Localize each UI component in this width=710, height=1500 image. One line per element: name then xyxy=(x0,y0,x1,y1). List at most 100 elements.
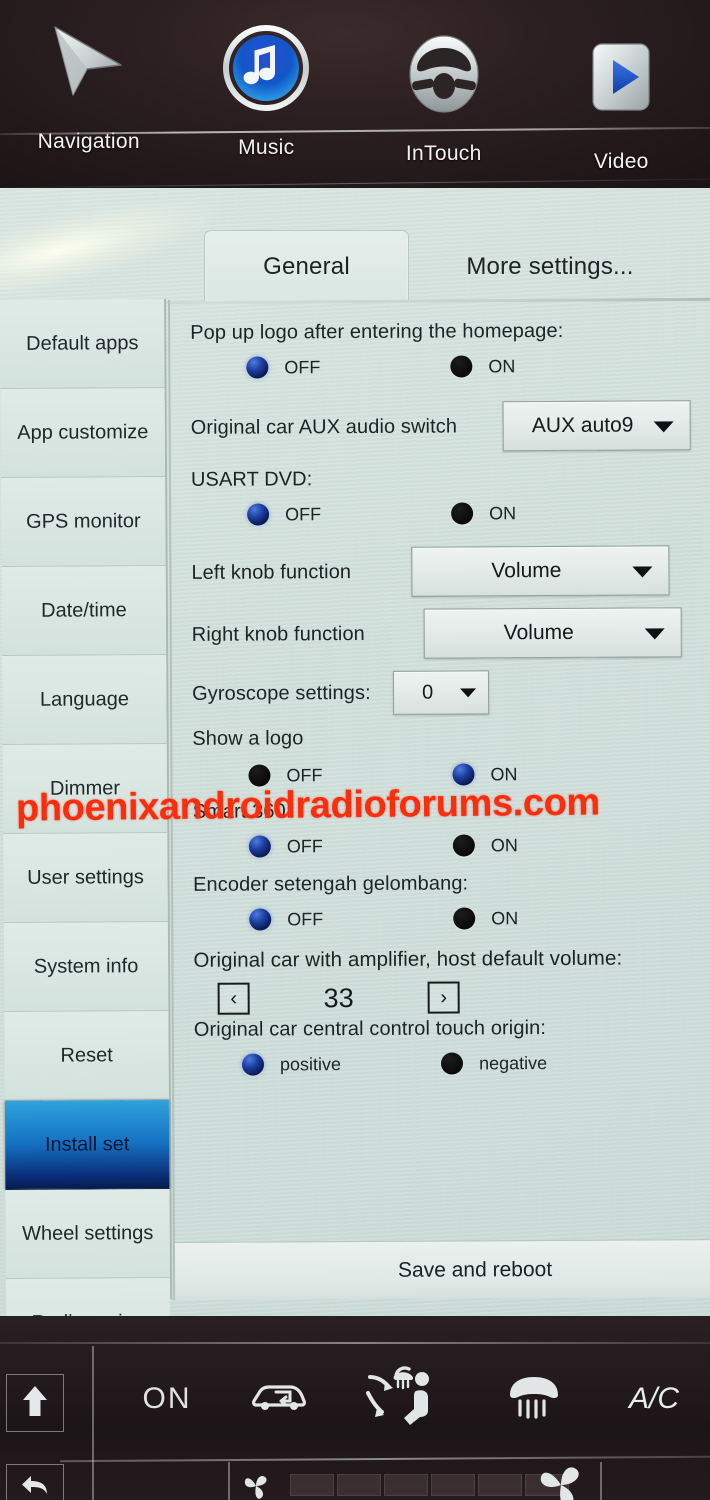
rear-defrost-icon xyxy=(504,1373,564,1426)
radio-label-off: OFF xyxy=(285,503,322,524)
radio-touch-origin-negative[interactable]: negative xyxy=(440,1052,548,1075)
app-label-intouch: InTouch xyxy=(405,142,482,165)
stepper-increment-button[interactable]: › xyxy=(427,981,460,1014)
label-aux-switch: Original car AUX audio switch xyxy=(190,414,458,439)
fan-decrease-button[interactable] xyxy=(232,1466,280,1500)
radio-encoder-off[interactable]: OFF xyxy=(249,908,324,931)
sidebar-item-reset[interactable]: Reset xyxy=(4,1010,169,1101)
radio-usart-dvd-on[interactable]: ON xyxy=(451,502,516,525)
label-touch-origin: Original car central control touch origi… xyxy=(193,1017,547,1041)
radio-label-off: OFF xyxy=(287,908,324,929)
radio-label-on: ON xyxy=(490,763,518,784)
app-button-video[interactable]: Video xyxy=(533,0,710,190)
chevron-down-icon xyxy=(653,421,674,433)
settings-sidebar[interactable]: Default apps App customize GPS monitor D… xyxy=(0,298,173,1368)
radio-encoder-on[interactable]: ON xyxy=(453,907,519,930)
fan-speed-segment[interactable] xyxy=(290,1474,334,1496)
radio-label-off: OFF xyxy=(284,356,321,377)
radio-show-logo-on[interactable]: ON xyxy=(452,763,518,786)
radio-group-encoder[interactable]: OFF ON xyxy=(193,906,699,931)
sidebar-item-user-settings[interactable]: User settings xyxy=(3,832,168,923)
sidebar-item-dimmer[interactable]: Dimmer xyxy=(2,743,168,834)
dropdown-gyroscope[interactable]: 0 xyxy=(392,670,489,715)
sidebar-item-wheel-settings[interactable]: Wheel settings xyxy=(5,1188,170,1279)
fan-speed-segment[interactable] xyxy=(337,1474,381,1496)
dropdown-right-knob[interactable]: Volume xyxy=(423,607,682,659)
fan-speed-segment[interactable] xyxy=(431,1474,475,1496)
sidebar-item-system-info[interactable]: System info xyxy=(3,921,169,1012)
air-recirculation-button[interactable] xyxy=(244,1372,314,1426)
climate-power-button[interactable]: ON xyxy=(122,1372,212,1426)
save-and-reboot-button[interactable]: Save and reboot xyxy=(174,1239,710,1300)
app-button-intouch[interactable]: InTouch xyxy=(355,0,533,190)
radio-popup-logo-off[interactable]: OFF xyxy=(246,356,321,379)
sidebar-item-language[interactable]: Language xyxy=(2,654,167,745)
steering-wheel-icon xyxy=(398,28,490,120)
settings-content-panel: Pop up logo after entering the homepage:… xyxy=(168,297,710,1300)
up-arrow-icon xyxy=(21,1384,49,1423)
chevron-down-icon xyxy=(459,688,476,698)
sidebar-item-date-time[interactable]: Date/time xyxy=(1,565,167,656)
dropdown-value-gyroscope: 0 xyxy=(422,681,434,704)
label-right-knob: Right knob function xyxy=(191,622,365,646)
radio-group-usart-dvd[interactable]: OFF ON xyxy=(191,501,697,526)
music-note-icon xyxy=(220,22,312,114)
ac-button[interactable]: A/C xyxy=(612,1372,696,1426)
label-show-logo: Show a logo xyxy=(192,727,304,750)
climate-divider-left xyxy=(92,1346,94,1500)
app-button-music[interactable]: Music xyxy=(178,0,356,190)
fan-speed-segment[interactable] xyxy=(478,1474,522,1496)
sidebar-item-app-customize[interactable]: App customize xyxy=(0,387,166,478)
app-button-navigation[interactable]: Navigation xyxy=(0,0,178,190)
dropdown-value-left-knob: Volume xyxy=(491,558,562,583)
radio-group-show-logo[interactable]: OFF ON xyxy=(192,762,698,787)
sidebar-item-gps-monitor[interactable]: GPS monitor xyxy=(1,476,166,567)
fan-speed-bar[interactable] xyxy=(290,1474,569,1496)
stepper-decrement-button[interactable]: ‹ xyxy=(217,982,250,1015)
tab-more-settings[interactable]: More settings... xyxy=(420,232,680,302)
radio-dot-icon xyxy=(451,502,474,525)
row-aux-switch: Original car AUX audio switch AUX auto9 xyxy=(191,400,697,453)
rear-defrost-button[interactable] xyxy=(494,1370,574,1428)
radio-dot-icon xyxy=(452,834,475,857)
app-label-video: Video xyxy=(593,150,649,173)
climate-top-divider xyxy=(0,1342,710,1344)
radio-group-smart-360[interactable]: OFF ON xyxy=(193,833,699,858)
radio-group-touch-origin[interactable]: positive negative xyxy=(194,1051,700,1076)
back-button[interactable] xyxy=(6,1464,64,1500)
row-right-knob: Right knob function Volume xyxy=(192,607,698,660)
radio-label-negative: negative xyxy=(478,1052,548,1073)
tab-general[interactable]: General xyxy=(204,230,409,302)
sidebar-item-default-apps[interactable]: Default apps xyxy=(0,298,165,389)
radio-label-on: ON xyxy=(491,907,519,928)
row-gyroscope: Gyroscope settings: 0 xyxy=(192,669,698,716)
chevron-down-icon xyxy=(632,566,653,578)
radio-smart-360-on[interactable]: ON xyxy=(452,834,518,857)
radio-smart-360-off[interactable]: OFF xyxy=(248,835,323,858)
label-gyroscope: Gyroscope settings: xyxy=(192,681,371,705)
stepper-value: 33 xyxy=(323,982,354,1013)
radio-group-popup-logo[interactable]: OFF ON xyxy=(190,354,696,379)
fan-speed-segment[interactable] xyxy=(384,1474,428,1496)
sidebar-item-install-set[interactable]: Install set xyxy=(4,1099,170,1190)
up-button[interactable] xyxy=(6,1374,64,1432)
climate-row-divider xyxy=(60,1455,710,1463)
radio-show-logo-off[interactable]: OFF xyxy=(248,764,323,787)
radio-dot-icon xyxy=(241,1053,265,1076)
dropdown-aux-switch[interactable]: AUX auto9 xyxy=(502,400,691,452)
radio-dot-icon xyxy=(247,503,270,526)
airflow-mode-button[interactable] xyxy=(360,1364,450,1432)
radio-label-off: OFF xyxy=(286,764,323,785)
dropdown-left-knob[interactable]: Volume xyxy=(411,545,670,597)
settings-window: General More settings... Default apps Ap… xyxy=(0,177,710,1368)
settings-tabs: General More settings... xyxy=(0,200,710,308)
top-app-bar: Navigation Music InTouch Video xyxy=(0,0,710,190)
row-left-knob: Left knob function Volume xyxy=(191,545,697,598)
radio-touch-origin-positive[interactable]: positive xyxy=(241,1053,342,1076)
radio-popup-logo-on[interactable]: ON xyxy=(450,355,515,378)
fan-increase-button[interactable] xyxy=(530,1462,592,1500)
stepper-amplifier-volume[interactable]: ‹ 33 › xyxy=(194,980,700,1015)
radio-label-positive: positive xyxy=(279,1053,342,1074)
dropdown-value-right-knob: Volume xyxy=(503,620,574,645)
radio-usart-dvd-off[interactable]: OFF xyxy=(247,503,322,526)
